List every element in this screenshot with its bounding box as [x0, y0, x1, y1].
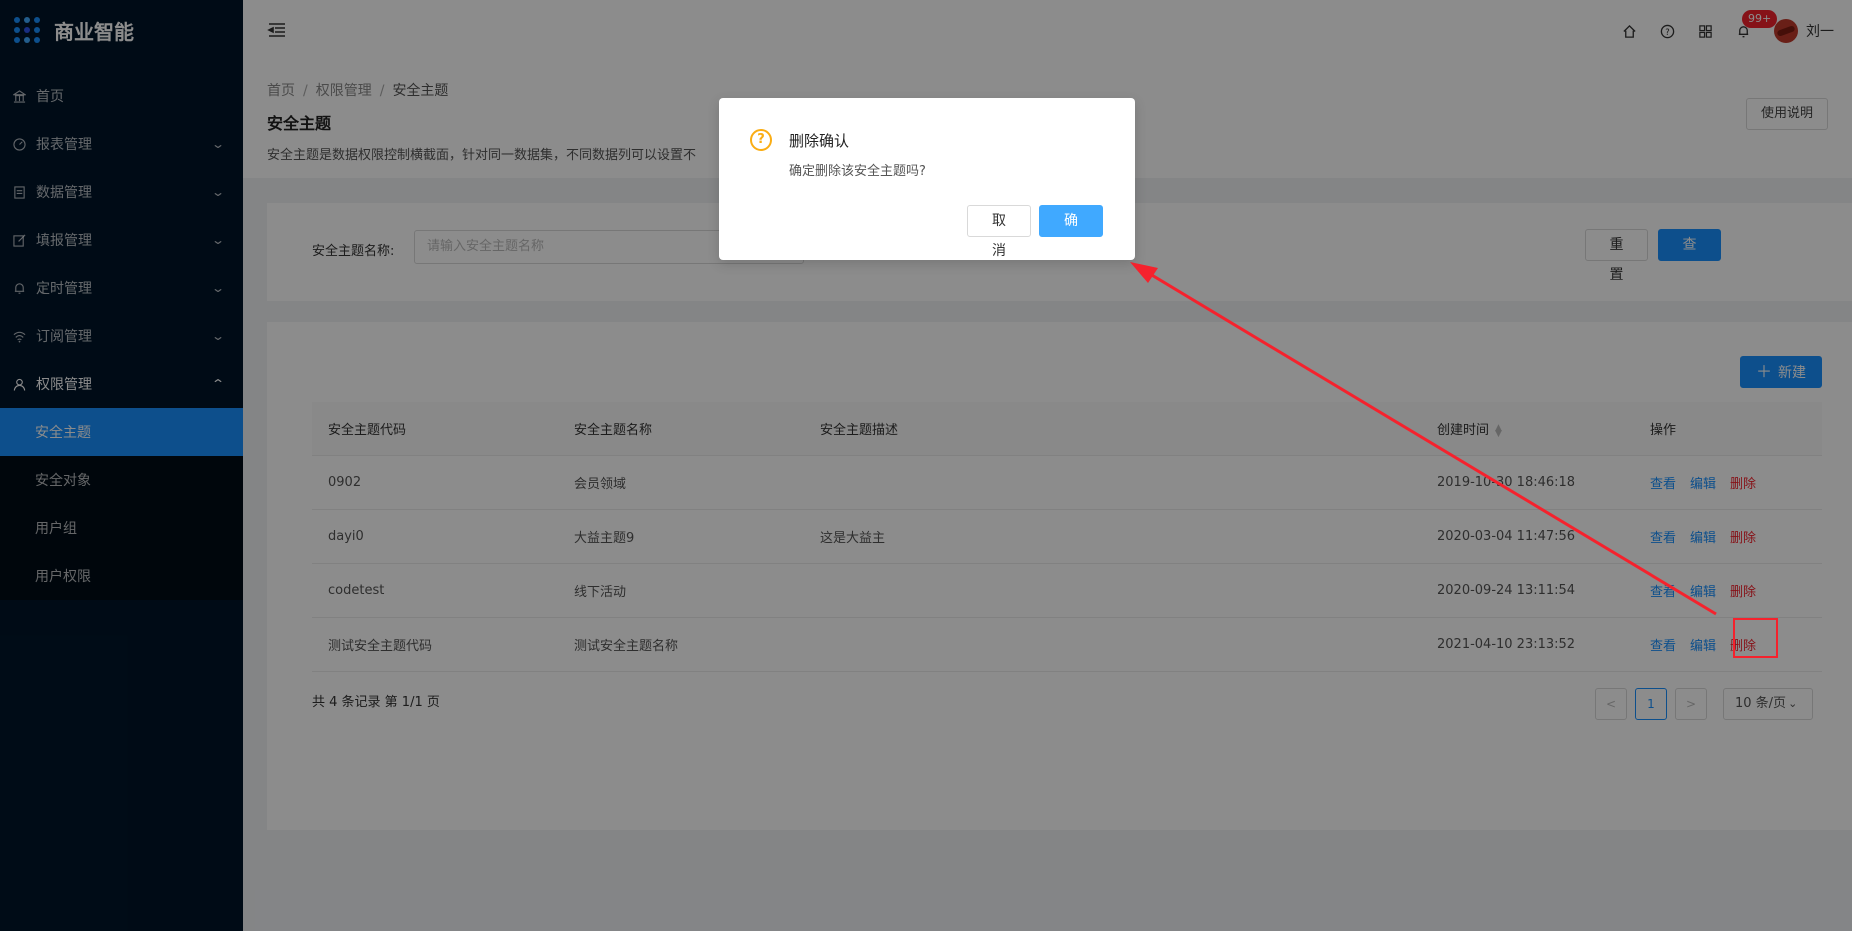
highlight-box: [1733, 618, 1778, 658]
delete-confirm-dialog: ? 删除确认 确定删除该安全主题吗? 取 消 确 定: [719, 98, 1135, 260]
dialog-title: 删除确认: [789, 132, 850, 150]
dialog-content: 确定删除该安全主题吗?: [789, 164, 926, 179]
question-circle-icon: ?: [750, 129, 772, 151]
confirm-button[interactable]: 确 定: [1039, 205, 1103, 259]
cancel-button[interactable]: 取 消: [967, 205, 1031, 259]
